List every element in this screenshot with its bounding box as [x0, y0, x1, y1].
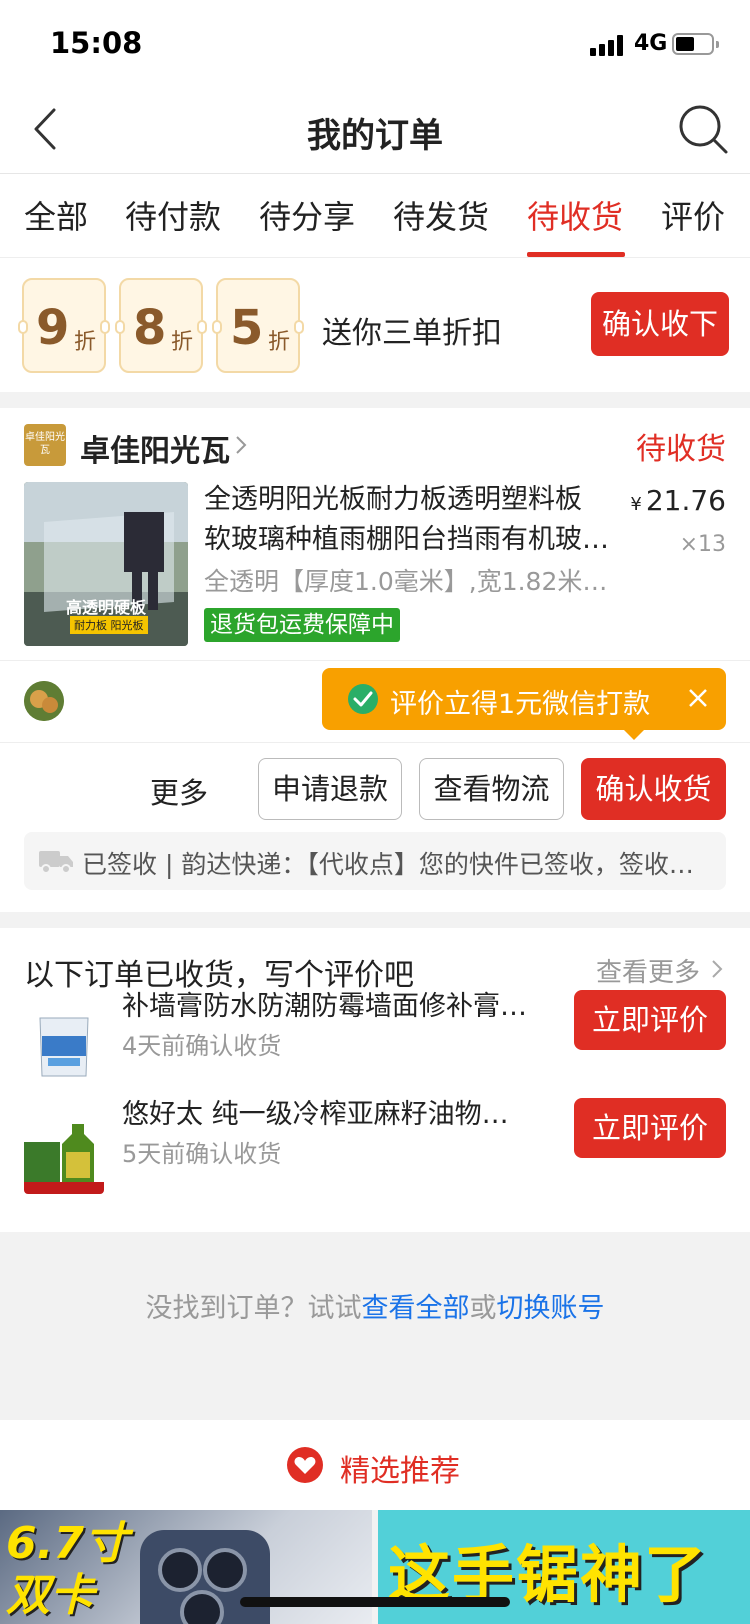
write-review-button[interactable]: 立即评价 [574, 1098, 726, 1158]
product-image-caption: 高透明硬板 [65, 598, 146, 617]
coupon-card: 8 折 [115, 278, 207, 373]
tile-promo-text: 6.7寸 双卡 [6, 1518, 128, 1622]
tile-promo-line1: 6.7寸 [6, 1518, 128, 1569]
tab-review[interactable]: 评价 [661, 192, 725, 238]
coupon-value: 5 [230, 300, 264, 356]
tab-pending-share[interactable]: 待分享 [259, 192, 355, 238]
order-tabs: 全部 待付款 待分享 待发货 待收货 评价 [0, 174, 750, 258]
wechat-icon [348, 684, 378, 714]
not-found-mid: 或 [469, 1293, 497, 1324]
coupon-value: 8 [133, 300, 167, 356]
battery-icon [672, 33, 719, 55]
tile-promo-line2: 双卡 [6, 1570, 94, 1621]
status-time: 15:08 [50, 26, 143, 60]
review-section: 以下订单已收货，写个评价吧 查看更多 补墙膏防水防潮防霉墙面修补膏白色 4天前确… [0, 928, 750, 1232]
review-item-image[interactable] [24, 1114, 104, 1194]
coupon-unit: 折 [74, 330, 97, 355]
phone-camera-icon [140, 1530, 270, 1624]
review-item-date: 5天前确认收货 [122, 1140, 282, 1168]
tab-all[interactable]: 全部 [24, 192, 88, 238]
product-image[interactable]: 高透明硬板 耐力板 阳光板 [24, 482, 188, 646]
view-logistics-button[interactable]: 查看物流 [419, 758, 564, 820]
active-tab-indicator [527, 252, 625, 257]
avatar[interactable] [24, 681, 64, 721]
recommend-header: 精选推荐 [0, 1420, 750, 1510]
order-status: 待收货 [636, 432, 726, 467]
divider [0, 660, 750, 661]
product-price: ¥21.76 [630, 484, 726, 517]
return-shipping-badge: 退货包运费保障中 [204, 608, 400, 642]
recommend-title: 精选推荐 [340, 1454, 460, 1489]
request-refund-button[interactable]: 申请退款 [258, 758, 402, 820]
write-review-button[interactable]: 立即评价 [574, 990, 726, 1050]
product-title[interactable]: 全透明阳光板耐力板透明塑料板 软玻璃种植雨棚阳台挡雨有机玻璃板 [204, 480, 612, 560]
tab-pending-receipt[interactable]: 待收货 [527, 192, 623, 238]
product-title-line2: 软玻璃种植雨棚阳台挡雨有机玻璃板 [204, 524, 612, 555]
product-quantity: ×13 [679, 532, 726, 557]
divider [0, 742, 750, 743]
not-found-prefix: 没找到订单？试试 [145, 1293, 362, 1324]
coupon-unit: 折 [171, 330, 194, 355]
logistics-status[interactable]: 已签收 | 韵达快递：【代收点】您的快件已签收，签收人在【菜鸟驿站】领取 [24, 832, 726, 890]
shop-name[interactable]: 卓佳阳光瓦 [80, 426, 230, 470]
view-all-link[interactable]: 查看全部 [362, 1293, 470, 1324]
search-icon[interactable] [678, 104, 730, 156]
close-icon[interactable] [686, 686, 710, 710]
accept-coupon-button[interactable]: 确认收下 [591, 292, 729, 356]
currency-symbol: ¥ [630, 494, 642, 515]
not-found-hint: 没找到订单？试试查看全部或切换账号 [0, 1286, 750, 1325]
page-title: 我的订单 [307, 116, 443, 156]
signal-icon [590, 34, 626, 56]
review-item-title[interactable]: 悠好太 纯一级冷榨亚麻籽油物理压榨 [122, 1092, 532, 1131]
coupon-value: 9 [36, 300, 70, 356]
chevron-right-icon[interactable] [710, 959, 724, 979]
more-button[interactable]: 更多 [150, 770, 208, 812]
shop-logo: 卓佳阳光瓦 [24, 424, 66, 466]
network-type: 4G [634, 31, 668, 56]
order-card: 卓佳阳光瓦 卓佳阳光瓦 待收货 高透明硬板 耐力板 阳光板 全透明阳光板耐力板透… [0, 408, 750, 912]
coupon-unit: 折 [268, 330, 291, 355]
status-bar: 15:08 4G [0, 0, 750, 88]
coupon-banner: 9 折 8 折 5 折 送你三单折扣 确认收下 [0, 258, 750, 392]
review-item-image[interactable] [24, 1006, 104, 1086]
confirm-receipt-button[interactable]: 确认收货 [581, 758, 726, 820]
product-image-tag: 耐力板 阳光板 [70, 616, 148, 634]
chevron-right-icon[interactable] [232, 434, 250, 456]
tooltip-text: 评价立得1元微信打款 [390, 689, 651, 720]
coupon-card: 5 折 [212, 278, 304, 373]
switch-account-link[interactable]: 切换账号 [497, 1293, 605, 1324]
coupon-card: 9 折 [18, 278, 110, 373]
review-item-title[interactable]: 补墙膏防水防潮防霉墙面修补膏白色 [122, 984, 532, 1023]
heart-icon [287, 1447, 323, 1483]
nav-bar: 我的订单 [0, 88, 750, 174]
product-spec: 全透明【厚度1.0毫米】,宽1.82米长2米 [204, 567, 608, 596]
logistics-text: 已签收 | 韵达快递：【代收点】您的快件已签收，签收人在【菜鸟驿站】领取 [82, 850, 712, 879]
tab-pending-shipment[interactable]: 待发货 [393, 192, 489, 238]
tab-pending-payment[interactable]: 待付款 [125, 192, 221, 238]
coupon-text: 送你三单折扣 [322, 316, 502, 351]
view-more-link[interactable]: 查看更多 [596, 952, 700, 989]
price-value: 21.76 [645, 484, 726, 517]
truck-icon [39, 851, 73, 874]
product-title-line1: 全透明阳光板耐力板透明塑料板 [204, 484, 582, 515]
review-reward-tooltip[interactable]: 评价立得1元微信打款 [322, 668, 726, 740]
home-indicator[interactable] [240, 1597, 510, 1607]
review-item-date: 4天前确认收货 [122, 1032, 282, 1060]
